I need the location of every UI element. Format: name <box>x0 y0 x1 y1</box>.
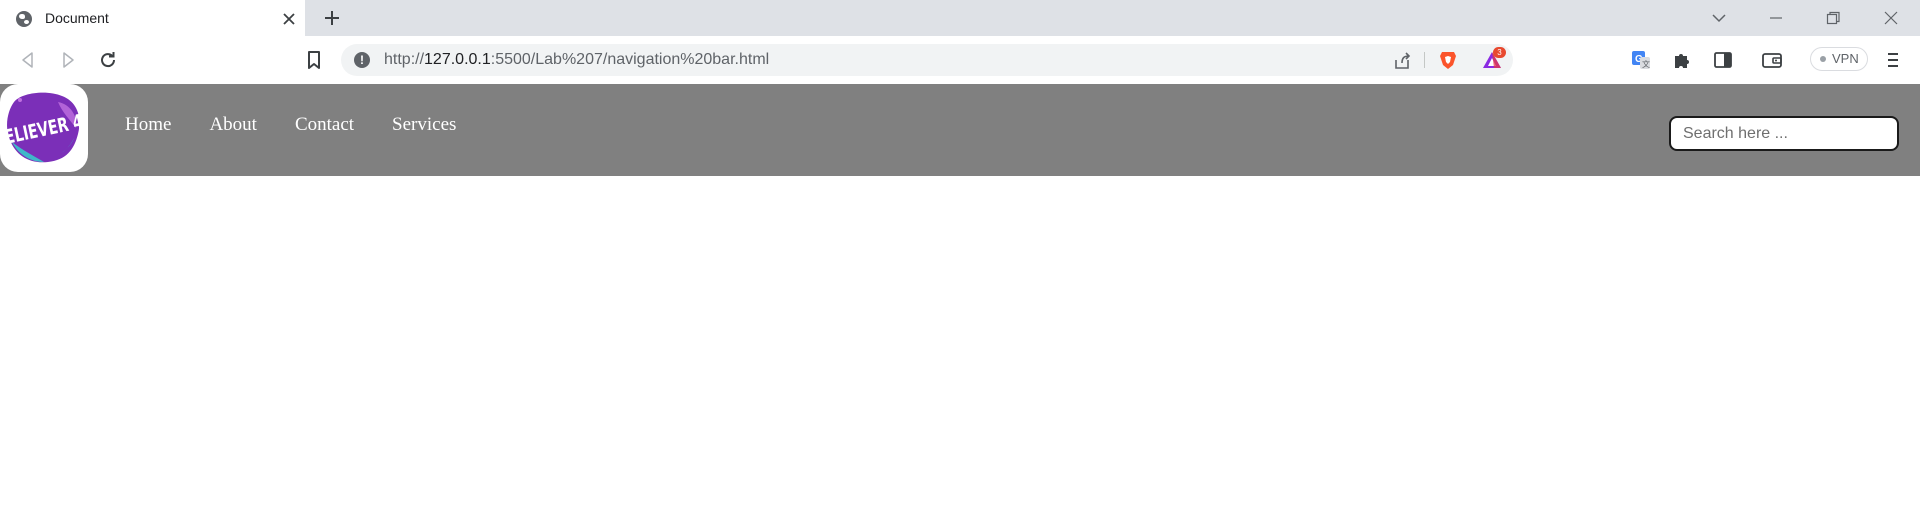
info-icon[interactable]: ! <box>354 52 370 68</box>
page-body <box>0 176 1920 517</box>
nav-link-home[interactable]: Home <box>125 114 171 136</box>
rewards-badge: 3 <box>1493 47 1506 58</box>
restore-icon[interactable] <box>1823 8 1843 28</box>
menu-icon[interactable] <box>1881 48 1905 72</box>
main-nav: Home About Contact Services <box>125 114 494 136</box>
minimize-icon[interactable] <box>1766 8 1786 28</box>
globe-favicon-icon <box>16 11 32 27</box>
url-path: :5500/Lab%207/navigation%20bar.html <box>490 51 770 68</box>
search-input[interactable] <box>1669 116 1899 151</box>
puzzle-icon[interactable] <box>1670 48 1694 72</box>
wallet-icon[interactable] <box>1760 48 1784 72</box>
back-icon[interactable] <box>16 48 40 72</box>
separator <box>1424 52 1425 68</box>
vpn-button[interactable]: VPN <box>1810 47 1868 71</box>
forward-icon[interactable] <box>56 48 80 72</box>
close-icon[interactable] <box>280 10 298 28</box>
url-text[interactable]: http://127.0.0.1:5500/Lab%207/navigation… <box>384 51 769 69</box>
new-tab-button[interactable] <box>320 6 344 30</box>
plus-icon <box>325 11 339 25</box>
brand-logo[interactable]: BELIEVER 4X <box>0 84 88 172</box>
vpn-label: VPN <box>1832 51 1859 66</box>
site-navbar: BELIEVER 4X Home About Contact Services <box>0 84 1920 176</box>
vpn-status-dot <box>1820 56 1826 62</box>
bookmark-icon[interactable] <box>302 48 326 72</box>
url-scheme: http:// <box>384 51 425 68</box>
address-bar[interactable]: ! http://127.0.0.1:5500/Lab%207/navigati… <box>341 44 1513 76</box>
svg-text:文: 文 <box>1642 59 1650 69</box>
share-icon[interactable] <box>1390 49 1414 73</box>
window-close-icon[interactable] <box>1881 8 1901 28</box>
tab-strip: Document <box>0 0 1920 36</box>
sidebar-icon[interactable] <box>1711 48 1735 72</box>
nav-link-contact[interactable]: Contact <box>295 114 354 136</box>
nav-link-services[interactable]: Services <box>392 114 456 136</box>
reload-icon[interactable] <box>96 48 120 72</box>
nav-link-about[interactable]: About <box>209 114 257 136</box>
browser-tab[interactable]: Document <box>0 0 305 36</box>
browser-toolbar: ! http://127.0.0.1:5500/Lab%207/navigati… <box>0 36 1920 84</box>
tab-title: Document <box>45 10 109 26</box>
url-host: 127.0.0.1 <box>424 51 491 68</box>
brave-shield-icon[interactable] <box>1436 48 1460 72</box>
translate-icon[interactable]: G文 <box>1629 48 1653 72</box>
tab-search-chevron-down-icon[interactable] <box>1709 8 1729 28</box>
